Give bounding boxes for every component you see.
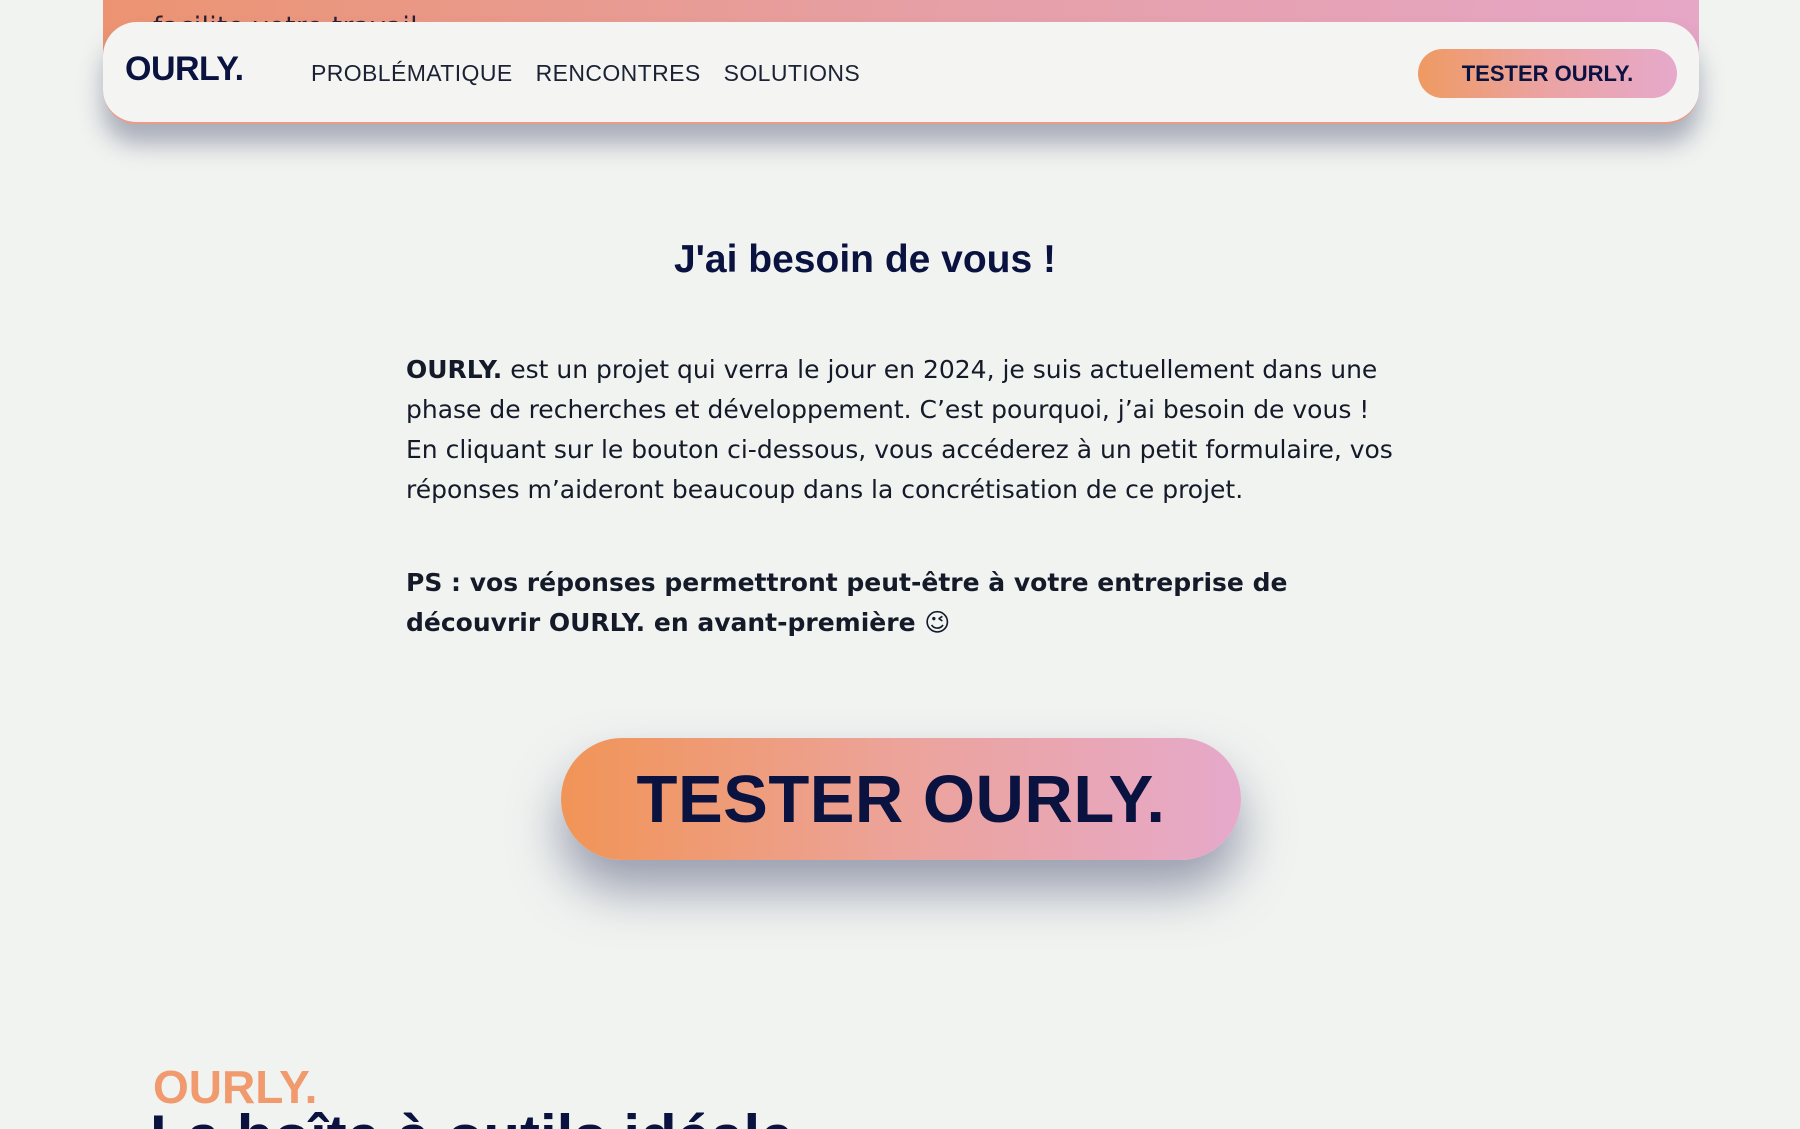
main-cta-button[interactable]: TESTER OURLY.: [561, 738, 1241, 860]
nav-link-rencontres[interactable]: RENCONTRES: [536, 60, 701, 87]
logo[interactable]: OURLY.: [125, 50, 244, 89]
nav-link-problematique[interactable]: PROBLÉMATIQUE: [311, 60, 513, 87]
body-brand: OURLY.: [406, 355, 503, 384]
bottom-section-heading: La boîte à outils idéale: [150, 1102, 793, 1129]
ps-note: PS : vos réponses permettront peut-être …: [406, 568, 1288, 637]
body-text-1: est un projet qui verra le jour en 2024,…: [406, 355, 1378, 424]
section-headline: J'ai besoin de vous !: [673, 238, 1057, 281]
nav-link-solutions[interactable]: SOLUTIONS: [724, 60, 861, 87]
body-copy: OURLY. est un projet qui verra le jour e…: [406, 350, 1416, 510]
page: facilite votre travail OURLY. PROBLÉMATI…: [0, 0, 1800, 1129]
nav-links: PROBLÉMATIQUE RENCONTRES SOLUTIONS: [311, 60, 860, 87]
nav-cta-button[interactable]: TESTER OURLY.: [1418, 49, 1677, 98]
navbar: OURLY. PROBLÉMATIQUE RENCONTRES SOLUTION…: [103, 22, 1699, 124]
body-text-2: En cliquant sur le bouton ci-dessous, vo…: [406, 435, 1393, 504]
